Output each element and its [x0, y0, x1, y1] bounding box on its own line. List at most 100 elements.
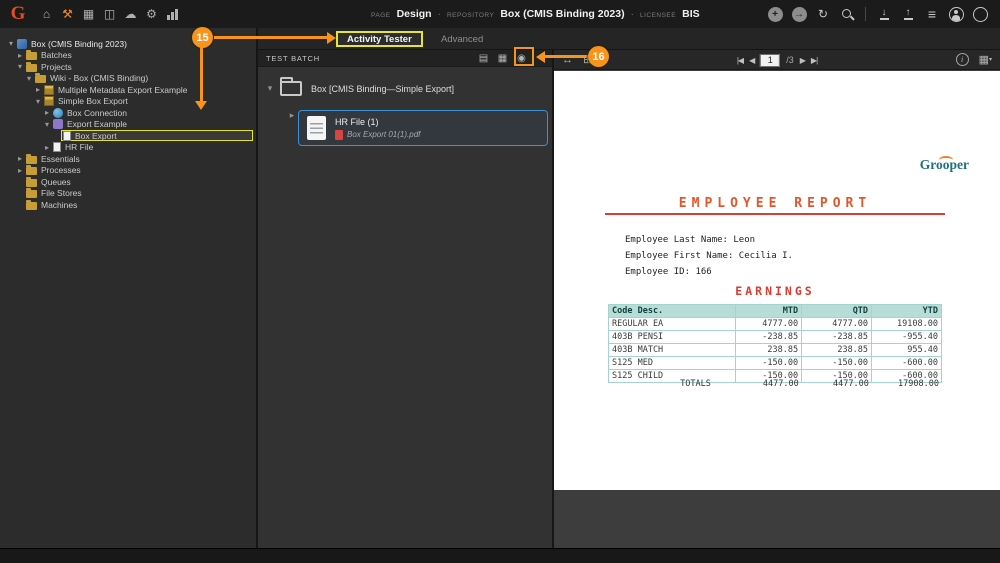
tree-item-multiple-metadata-export-example[interactable]: ▸ Multiple Metadata Export Example — [0, 84, 256, 96]
grooper-logo[interactable]: G — [8, 3, 28, 25]
view-layout-icon[interactable]: ▦▾ — [979, 53, 992, 66]
tree-item-label: Projects — [41, 61, 72, 72]
download-icon[interactable]: ↓ — [875, 5, 894, 24]
file-name: Box Export 01(1).pdf — [347, 130, 421, 139]
folder-icon — [35, 73, 46, 84]
expander-icon[interactable]: ▸ — [42, 143, 52, 152]
employee-last-name: Employee Last Name: Leon — [625, 235, 756, 245]
batches-icon[interactable]: ▦ — [78, 3, 99, 25]
stats-icon[interactable] — [162, 3, 183, 25]
expander-icon[interactable]: ▾ — [6, 39, 16, 48]
tree-item-box-connection[interactable]: ▸ Box Connection — [0, 107, 256, 119]
user-icon[interactable] — [947, 5, 966, 24]
tree-item-label: Box Connection — [67, 107, 128, 118]
annotation-highlight-box-16 — [514, 47, 534, 66]
expander-icon[interactable]: ▾ — [15, 62, 25, 71]
expander-icon[interactable]: ▾ — [264, 83, 276, 94]
tab-advanced[interactable]: Advanced — [432, 31, 492, 47]
page-label: PAGE — [371, 12, 391, 19]
folder-icon — [26, 188, 37, 199]
tree-item-export-example[interactable]: ▾ Export Example — [0, 119, 256, 131]
project-cube-icon — [44, 84, 54, 95]
document-brand-logo: Grooper — [919, 156, 969, 172]
licensee-label: LICENSEE — [639, 12, 677, 19]
layers-icon[interactable]: ≡ — [923, 5, 942, 24]
annotation-badge-15: 15 — [192, 27, 213, 48]
tab-bar: Activity Tester Advanced — [258, 28, 1000, 50]
next-page-icon[interactable]: ▶ — [800, 56, 806, 65]
expander-icon[interactable]: ▸ — [42, 108, 52, 117]
tree-item-box-export-selected[interactable]: Box Export — [0, 130, 256, 142]
page-number-input[interactable] — [760, 53, 781, 67]
upload-icon[interactable]: ↑ — [899, 5, 918, 24]
refresh-icon[interactable]: ↻ — [814, 5, 833, 24]
tree-item-queues[interactable]: Queues — [0, 176, 256, 188]
tree-item-file-stores[interactable]: File Stores — [0, 188, 256, 200]
tab-activity-tester[interactable]: Activity Tester — [336, 31, 423, 47]
tree-item-label: Box (CMIS Binding 2023) — [31, 38, 127, 49]
table-row: REGULAR EA 4777.00 4777.00 19108.00 — [608, 317, 942, 331]
info-icon[interactable]: i — [955, 53, 969, 66]
document-icon — [307, 116, 326, 140]
expander-icon[interactable]: ▸ — [15, 154, 25, 163]
design-tools-icon[interactable]: ⚒ — [57, 3, 78, 25]
navigation-tree-panel: ▾ Box (CMIS Binding 2023) ▸ Batches ▾ Pr… — [0, 28, 258, 548]
top-actions: + → ↻ ↓ ↑ ≡ — [763, 5, 992, 24]
totals-row: TOTALS 4477.00 4477.00 17908.00 — [608, 379, 942, 389]
page-total-label: /3 — [786, 55, 794, 65]
first-page-icon[interactable]: |◀ — [737, 56, 744, 65]
previous-page-icon[interactable]: ◀ — [749, 56, 755, 65]
tree-item-machines[interactable]: Machines — [0, 199, 256, 211]
tree-item-hr-file[interactable]: ▸ HR File — [0, 142, 256, 154]
tree-item-batches[interactable]: ▸ Batches — [0, 50, 256, 62]
tree-item-label: Machines — [41, 199, 78, 210]
tree-item-essentials[interactable]: ▸ Essentials — [0, 153, 256, 165]
tree-item-label: Box Export — [75, 130, 117, 141]
last-page-icon[interactable]: ▶| — [811, 56, 818, 65]
batch-file-card[interactable]: HR File (1) Box Export 01(1).pdf — [298, 110, 548, 146]
search-icon[interactable] — [838, 5, 857, 24]
settings-icon[interactable]: ⚙ — [141, 3, 162, 25]
step-icon — [53, 119, 63, 130]
tree-item-repository-root[interactable]: ▾ Box (CMIS Binding 2023) — [0, 38, 256, 50]
annotation-arrowhead-15-right — [327, 32, 336, 44]
expander-icon[interactable]: ▸ — [286, 110, 298, 121]
expander-icon[interactable]: ▸ — [33, 85, 43, 94]
expander-icon[interactable]: ▸ — [15, 51, 25, 60]
tree-item-simple-box-export[interactable]: ▾ Simple Box Export — [0, 96, 256, 108]
tree-item-wiki-box-cmis-binding[interactable]: ▾ Wiki - Box (CMIS Binding) — [0, 73, 256, 85]
expander-icon[interactable]: ▾ — [42, 120, 52, 129]
expander-icon[interactable]: ▾ — [24, 74, 34, 83]
folder-icon — [26, 61, 37, 72]
employee-first-name: Employee First Name: Cecilia I. — [625, 251, 793, 261]
batch-structure-icon[interactable]: ▤ — [477, 52, 490, 65]
file-title: HR File (1) — [335, 116, 379, 127]
cloud-upload-icon[interactable]: ☁ — [120, 3, 141, 25]
pdf-icon — [335, 129, 343, 140]
annotation-arrow-15-horizontal — [214, 36, 327, 39]
capture-icon[interactable]: ◫ — [99, 3, 120, 25]
expander-icon[interactable]: ▸ — [15, 166, 25, 175]
expander-icon[interactable]: ▾ — [33, 97, 43, 106]
tree-item-label: Queues — [41, 176, 71, 187]
add-circle-icon[interactable]: + — [766, 5, 785, 24]
employee-id: Employee ID: 166 — [625, 267, 712, 277]
tree-item-projects[interactable]: ▾ Projects — [0, 61, 256, 73]
forward-circle-icon[interactable]: → — [790, 5, 809, 24]
help-icon[interactable] — [971, 5, 990, 24]
annotation-badge-16: 16 — [588, 46, 609, 67]
batch-folder-label: Box [CMIS Binding—Simple Export] — [311, 83, 455, 94]
test-batch-header: TEST BATCH ▤ ▦ ◉ — [258, 50, 552, 67]
top-bar: G ⌂ ⚒ ▦ ◫ ☁ ⚙ PAGE Design · REPOSITORY B… — [0, 0, 1000, 28]
tree-item-label: Export Example — [67, 119, 127, 130]
thumbnails-icon[interactable]: ▦ — [496, 52, 509, 65]
tree-item-processes[interactable]: ▸ Processes — [0, 165, 256, 177]
home-icon[interactable]: ⌂ — [36, 3, 57, 25]
batch-folder-row[interactable]: ▾ Box [CMIS Binding—Simple Export] — [264, 77, 552, 96]
status-bar — [0, 548, 1000, 563]
tree-item-label: Simple Box Export — [58, 96, 128, 107]
breadcrumb: PAGE Design · REPOSITORY Box (CMIS Bindi… — [371, 8, 700, 20]
tree-item-label: Wiki - Box (CMIS Binding) — [50, 73, 149, 84]
earnings-section-title: EARNINGS — [735, 284, 815, 298]
totals-label: TOTALS — [680, 379, 711, 389]
